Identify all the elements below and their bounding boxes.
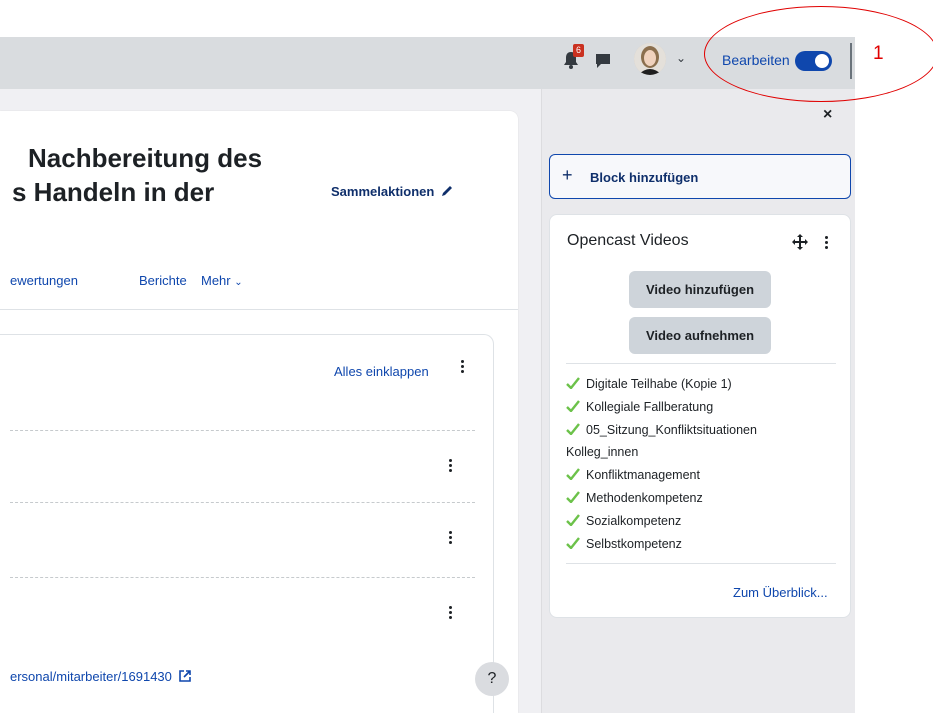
video-item[interactable]: Digitale Teilhabe (Kopie 1) [566,377,732,391]
nav-tab-berichte[interactable]: Berichte [139,273,187,288]
section-divider [10,502,475,503]
nav-tab-mehr-label: Mehr [201,273,231,288]
video-item[interactable]: Selbstkompetenz [566,537,682,551]
checkmark-icon [566,491,580,503]
more-options-icon[interactable] [459,360,465,376]
section-divider [10,430,475,431]
video-item[interactable]: Methodenkompetenz [566,491,703,505]
collapse-all-link[interactable]: Alles einklappen [334,364,429,379]
bulk-actions-button[interactable]: Sammelaktionen [331,184,454,199]
checkmark-icon [566,377,580,389]
external-link[interactable]: ersonal/mitarbeiter/1691430 [10,669,192,684]
block-options-icon[interactable] [823,236,829,252]
external-link-icon [178,670,191,682]
nav-tab-mehr[interactable]: Mehr ⌄ [201,273,243,288]
opencast-block-title: Opencast Videos [567,232,689,249]
video-item[interactable]: Kollegiale Fallberatung [566,400,713,414]
course-sections-panel [0,334,494,713]
checkmark-icon [566,423,580,435]
right-margin [855,0,933,713]
block-divider [566,363,836,364]
nav-divider [0,309,518,310]
opencast-block: Opencast Videos Video hinzufügen Video a… [549,214,851,618]
video-item-continuation[interactable]: Kolleg_innen [566,445,638,459]
page-title-line1: Nachbereitung des [28,143,263,173]
video-item-label: Digitale Teilhabe (Kopie 1) [586,377,732,391]
section-options-icon[interactable] [447,459,453,475]
add-block-button[interactable]: + Block hinzufügen [549,154,851,199]
plus-icon: + [562,165,573,185]
pencil-icon [441,186,452,196]
annotation-number: 1 [873,43,884,64]
page-title-line2: s Handeln in der [12,177,215,207]
chat-icon[interactable] [594,52,612,70]
help-button[interactable]: ? [475,662,509,696]
add-block-label: Block hinzufügen [590,170,699,185]
video-item[interactable]: Sozialkompetenz [566,514,681,528]
move-icon[interactable] [792,234,808,250]
chevron-down-icon: ⌄ [234,277,243,288]
video-item[interactable]: Konfliktmanagement [566,468,700,482]
video-item-label: Sozialkompetenz [586,514,682,528]
video-item-label: Kollegiale Fallberatung [586,400,714,414]
bulk-actions-label: Sammelaktionen [331,184,435,199]
overview-link[interactable]: Zum Überblick... [733,585,828,600]
avatar[interactable] [634,43,666,75]
external-link-text: ersonal/mitarbeiter/1691430 [10,669,172,684]
record-video-button[interactable]: Video aufnehmen [629,317,771,354]
block-divider [566,563,836,564]
checkmark-icon [566,514,580,526]
checkmark-icon [566,537,580,549]
nav-tab-bewertungen[interactable]: ewertungen [10,273,78,288]
add-video-button[interactable]: Video hinzufügen [629,271,771,308]
chevron-down-icon[interactable]: ⌄ [676,51,686,65]
close-drawer-button[interactable]: × [823,106,832,124]
notification-badge: 6 [573,44,584,57]
annotation-ellipse [704,6,933,102]
video-item-label: Methodenkompetenz [586,491,703,505]
video-item-label: Konfliktmanagement [586,468,700,482]
video-item[interactable]: 05_Sitzung_Konfliktsituationen [566,423,757,437]
section-options-icon[interactable] [447,531,453,547]
video-item-label: 05_Sitzung_Konfliktsituationen [586,423,757,437]
section-divider [10,577,475,578]
video-item-label: Selbstkompetenz [586,537,682,551]
checkmark-icon [566,400,580,412]
checkmark-icon [566,468,580,480]
section-options-icon[interactable] [447,606,453,622]
